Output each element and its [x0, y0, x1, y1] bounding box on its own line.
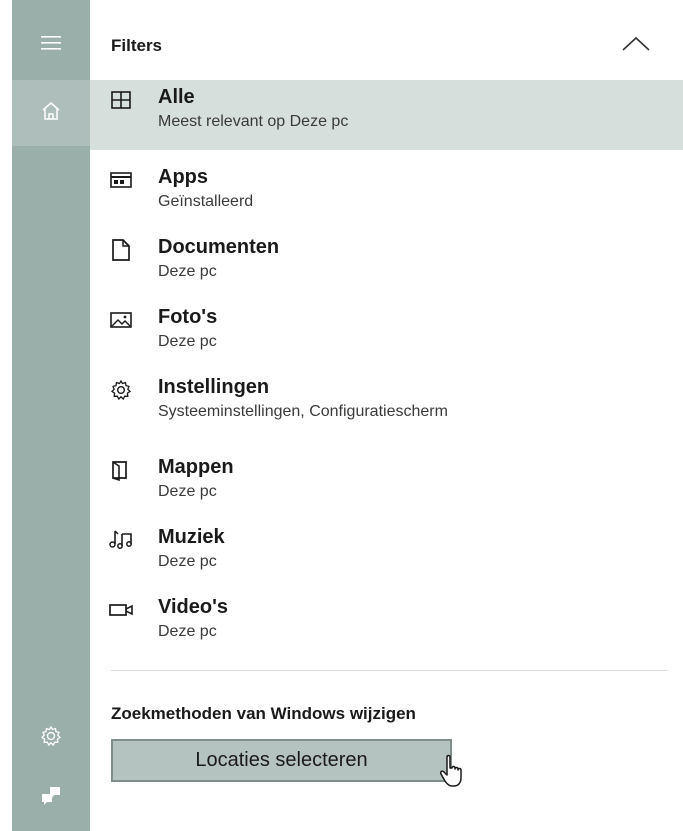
- filter-item-instellingen[interactable]: Instellingen Systeeminstellingen, Config…: [90, 370, 683, 440]
- filter-item-muziek[interactable]: Muziek Deze pc: [90, 520, 683, 590]
- divider: [111, 670, 667, 671]
- gear-icon: [109, 378, 133, 402]
- filter-subtitle: Systeeminstellingen, Configuratiescherm: [158, 403, 448, 420]
- filter-subtitle: Geïnstalleerd: [158, 193, 254, 210]
- grid-icon: [109, 88, 133, 112]
- filter-title: Video's: [158, 596, 228, 618]
- filter-title: Alle: [158, 86, 195, 108]
- filter-item-documenten[interactable]: Documenten Deze pc: [90, 230, 683, 300]
- filter-item-alle[interactable]: Alle Meest relevant op Deze pc: [90, 80, 683, 150]
- filter-item-mappen[interactable]: Mappen Deze pc: [90, 450, 683, 520]
- filter-subtitle: Deze pc: [158, 553, 217, 570]
- filter-title: Mappen: [158, 456, 234, 478]
- filter-title: Instellingen: [158, 376, 270, 398]
- settings-button[interactable]: [12, 705, 90, 771]
- photo-icon: [109, 308, 133, 332]
- filter-title: Apps: [158, 166, 208, 188]
- filter-subtitle: Meest relevant op Deze pc: [158, 113, 349, 130]
- feedback-button[interactable]: [12, 765, 90, 831]
- menu-button[interactable]: [12, 12, 90, 78]
- filter-item-fotos[interactable]: Foto's Deze pc: [90, 300, 683, 370]
- search-settings-heading: Zoekmethoden van Windows wijzigen: [111, 704, 416, 723]
- filter-item-videos[interactable]: Video's Deze pc: [90, 590, 683, 660]
- folder-icon: [109, 458, 133, 482]
- chevron-up-icon: [621, 36, 651, 57]
- filter-item-apps[interactable]: Apps Geïnstalleerd: [90, 160, 683, 230]
- rail-edge: [0, 0, 12, 831]
- filter-subtitle: Deze pc: [158, 483, 217, 500]
- hamburger-menu-icon: [41, 35, 61, 55]
- filter-title: Muziek: [158, 526, 225, 548]
- home-button[interactable]: [12, 80, 90, 146]
- document-icon: [109, 238, 133, 262]
- filter-subtitle: Deze pc: [158, 333, 217, 350]
- filters-panel: Filters Alle Meest relevant op Deze pc A…: [90, 0, 683, 831]
- feedback-icon: [41, 786, 61, 811]
- gear-icon: [40, 725, 62, 752]
- collapse-button[interactable]: [618, 32, 654, 60]
- select-locations-button[interactable]: Locaties selecteren: [111, 739, 452, 782]
- filter-subtitle: Deze pc: [158, 623, 217, 640]
- filters-title: Filters: [111, 36, 163, 55]
- filter-subtitle: Deze pc: [158, 263, 217, 280]
- app-window-icon: [109, 168, 133, 192]
- mouse-cursor-icon: [439, 754, 469, 790]
- filter-title: Documenten: [158, 236, 280, 258]
- filter-title: Foto's: [158, 306, 218, 328]
- left-rail: [0, 0, 90, 831]
- music-icon: [109, 528, 133, 552]
- home-icon: [41, 101, 61, 125]
- video-icon: [109, 598, 133, 622]
